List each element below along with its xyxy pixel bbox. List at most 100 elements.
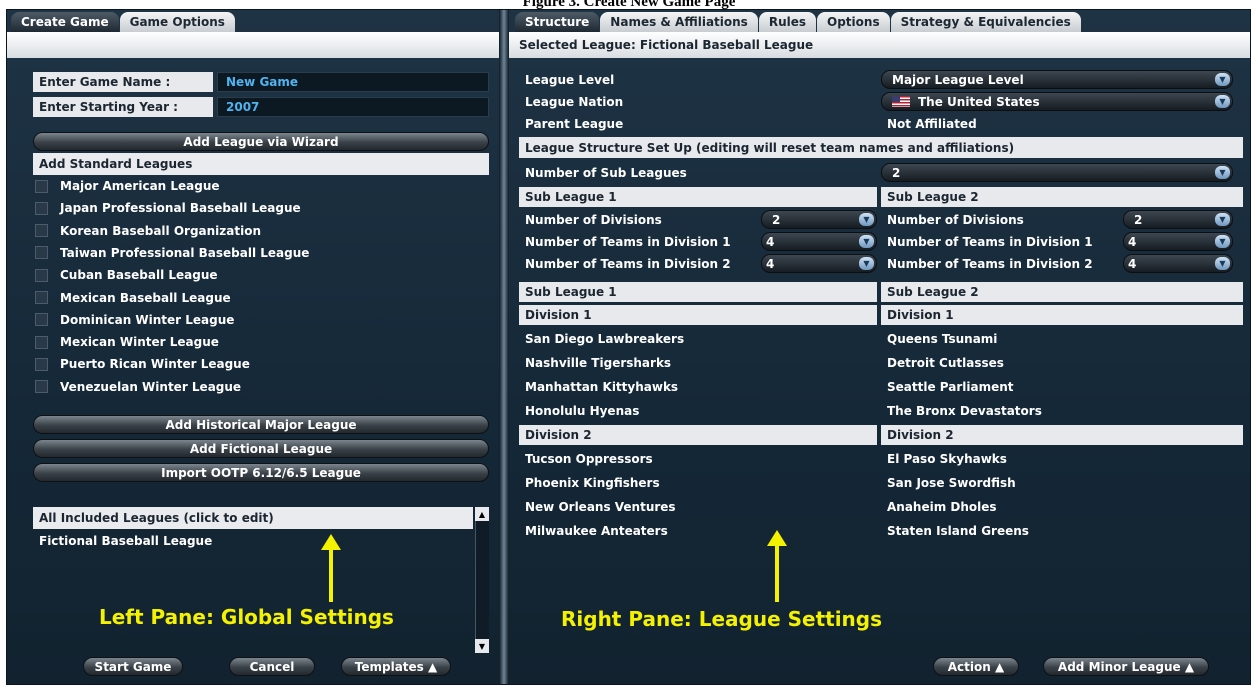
sub1-teams-div1-dropdown[interactable]: 4 ▼ [761, 232, 877, 251]
standard-league-item[interactable]: Puerto Rican Winter League [35, 354, 250, 374]
league-level-dropdown[interactable]: Major League Level ▼ [881, 70, 1233, 89]
us-flag-icon [892, 96, 910, 107]
standard-league-label: Dominican Winter League [60, 312, 235, 327]
tab-strategy-equivalencies[interactable]: Strategy & Equivalencies [890, 12, 1081, 32]
sub2-num-divisions-dropdown[interactable]: 2 ▼ [1123, 210, 1233, 229]
templates-button[interactable]: Templates ▲ [341, 657, 451, 676]
checkbox-icon[interactable] [35, 268, 48, 282]
sub-league-1-header: Sub League 1 [519, 187, 877, 207]
num-sub-leagues-value: 2 [892, 165, 901, 180]
tab-options[interactable]: Options [817, 12, 890, 32]
team-name[interactable]: Detroit Cutlasses [881, 353, 1004, 373]
add-minor-league-button[interactable]: Add Minor League ▲ [1043, 657, 1209, 676]
left-header-bar [7, 32, 499, 58]
standard-league-item[interactable]: Mexican Baseball League [35, 288, 231, 308]
sub2-teams-div1-dropdown[interactable]: 4 ▼ [1123, 232, 1233, 251]
standard-league-label: Mexican Winter League [60, 335, 219, 350]
add-fictional-league-button[interactable]: Add Fictional League [33, 439, 489, 458]
checkbox-icon[interactable] [35, 380, 48, 394]
chevron-down-icon: ▼ [1215, 95, 1230, 108]
sub2-teams-div2-label: Number of Teams in Division 2 [887, 257, 1093, 271]
chevron-down-icon: ▼ [1215, 166, 1230, 179]
checkbox-icon[interactable] [35, 201, 48, 215]
standard-league-label: Korean Baseball Organization [60, 223, 262, 238]
sub1-teams-div2-dropdown[interactable]: 4 ▼ [761, 254, 877, 273]
standard-league-label: Venezuelan Winter League [60, 379, 242, 394]
standard-league-item[interactable]: Venezuelan Winter League [35, 377, 241, 397]
team-name[interactable]: San Diego Lawbreakers [519, 329, 684, 349]
included-leagues-header[interactable]: All Included Leagues (click to edit) [33, 507, 473, 529]
team-name[interactable]: New Orleans Ventures [519, 497, 676, 517]
sub2-teams-div1-value: 4 [1128, 234, 1137, 249]
add-league-wizard-button[interactable]: Add League via Wizard [33, 132, 489, 151]
checkbox-icon[interactable] [35, 179, 48, 193]
checkbox-icon[interactable] [35, 357, 48, 371]
left-pane-annotation: Left Pane: Global Settings [99, 605, 394, 629]
sub1-num-divisions-dropdown[interactable]: 2 ▼ [761, 210, 877, 229]
team-name[interactable]: El Paso Skyhawks [881, 449, 1007, 469]
game-name-input[interactable]: New Game [217, 72, 489, 92]
standard-league-item[interactable]: Taiwan Professional Baseball League [35, 243, 309, 263]
standard-league-item[interactable]: Korean Baseball Organization [35, 221, 261, 241]
league-nation-dropdown[interactable]: The United States ▼ [881, 92, 1233, 111]
chevron-down-icon: ▼ [1215, 235, 1230, 248]
team-name[interactable]: San Jose Swordfish [881, 473, 1016, 493]
sub2-num-divisions-value: 2 [1134, 212, 1143, 227]
standard-league-item[interactable]: Cuban Baseball League [35, 265, 218, 285]
sub2-teams-div2-dropdown[interactable]: 4 ▼ [1123, 254, 1233, 273]
checkbox-icon[interactable] [35, 291, 48, 304]
sub2-teams-div2-value: 4 [1128, 256, 1137, 271]
scroll-down-icon[interactable]: ▼ [475, 639, 489, 653]
start-game-button[interactable]: Start Game [83, 657, 183, 676]
standard-league-label: Cuban Baseball League [60, 268, 218, 283]
scroll-up-icon[interactable]: ▲ [475, 507, 489, 521]
league-nation-value: The United States [918, 94, 1040, 109]
team-name[interactable]: Milwaukee Anteaters [519, 521, 668, 541]
included-league-item[interactable]: Fictional Baseball League [39, 531, 212, 551]
tab-rules[interactable]: Rules [758, 12, 817, 32]
included-leagues-scrollbar[interactable] [475, 507, 489, 653]
num-sub-leagues-dropdown[interactable]: 2 ▼ [881, 163, 1233, 182]
team-name[interactable]: Honolulu Hyenas [519, 401, 639, 421]
tab-structure[interactable]: Structure [515, 12, 600, 32]
parent-league-label: Parent League [525, 117, 624, 131]
sub1-num-divisions-label: Number of Divisions [525, 213, 662, 227]
team-name[interactable]: Nashville Tigersharks [519, 353, 671, 373]
checkbox-icon[interactable] [35, 335, 48, 349]
structure-setup-bar: League Structure Set Up (editing will re… [519, 137, 1243, 158]
team-name[interactable]: The Bronx Devastators [881, 401, 1042, 421]
tab-names-affiliations[interactable]: Names & Affiliations [600, 12, 758, 32]
left-tab-bar: Create Game Game Options [11, 10, 236, 32]
team-name[interactable]: Manhattan Kittyhawks [519, 377, 678, 397]
team-name[interactable]: Queens Tsunami [881, 329, 997, 349]
cancel-button[interactable]: Cancel [229, 657, 315, 676]
league-level-label: League Level [525, 73, 615, 87]
sub-league-2-header: Sub League 2 [881, 187, 1243, 207]
team-name[interactable]: Staten Island Greens [881, 521, 1029, 541]
standard-leagues-header: Add Standard Leagues [33, 153, 489, 175]
team-name[interactable]: Tucson Oppressors [519, 449, 653, 469]
sub2-division-1-header: Division 1 [881, 305, 1243, 325]
import-ootp-league-button[interactable]: Import OOTP 6.12/6.5 League [33, 463, 489, 482]
checkbox-icon[interactable] [35, 246, 48, 260]
team-name[interactable]: Phoenix Kingfishers [519, 473, 660, 493]
standard-league-item[interactable]: Japan Professional Baseball League [35, 198, 301, 218]
start-year-input[interactable]: 2007 [217, 97, 489, 117]
add-historical-league-button[interactable]: Add Historical Major League [33, 415, 489, 434]
team-name[interactable]: Seattle Parliament [881, 377, 1014, 397]
tab-create-game[interactable]: Create Game [11, 12, 119, 32]
game-name-label: Enter Game Name : [33, 72, 213, 92]
checkbox-icon[interactable] [35, 313, 48, 327]
sub2-num-divisions-label: Number of Divisions [887, 213, 1024, 227]
checkbox-icon[interactable] [35, 224, 48, 238]
selected-league-header: Selected League: Fictional Baseball Leag… [509, 32, 1250, 58]
chevron-down-icon: ▼ [859, 213, 874, 226]
team-name[interactable]: Anaheim Dholes [881, 497, 997, 517]
chevron-down-icon: ▼ [859, 235, 874, 248]
tab-game-options[interactable]: Game Options [119, 12, 235, 32]
standard-league-item[interactable]: Major American League [35, 176, 220, 196]
action-button[interactable]: Action ▲ [933, 657, 1019, 676]
standard-league-item[interactable]: Dominican Winter League [35, 310, 234, 330]
pane-divider[interactable] [499, 10, 509, 684]
standard-league-item[interactable]: Mexican Winter League [35, 332, 219, 352]
